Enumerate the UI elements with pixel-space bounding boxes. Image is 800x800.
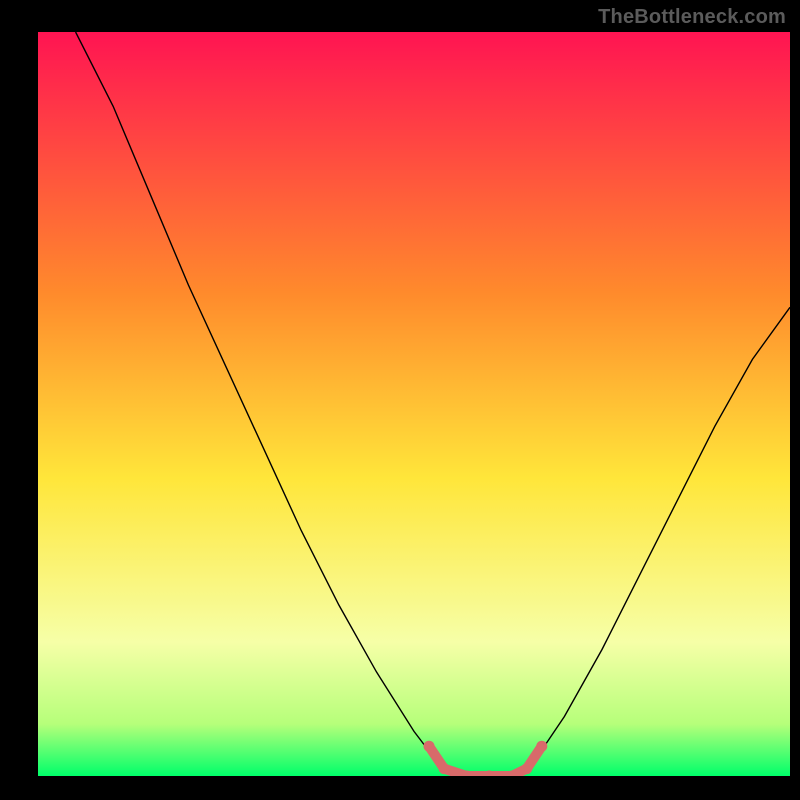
gradient-background — [38, 32, 790, 776]
chart-svg — [38, 32, 790, 776]
chart-frame: TheBottleneck.com — [0, 0, 800, 800]
watermark-text: TheBottleneck.com — [598, 6, 786, 29]
plot-area — [38, 32, 790, 776]
